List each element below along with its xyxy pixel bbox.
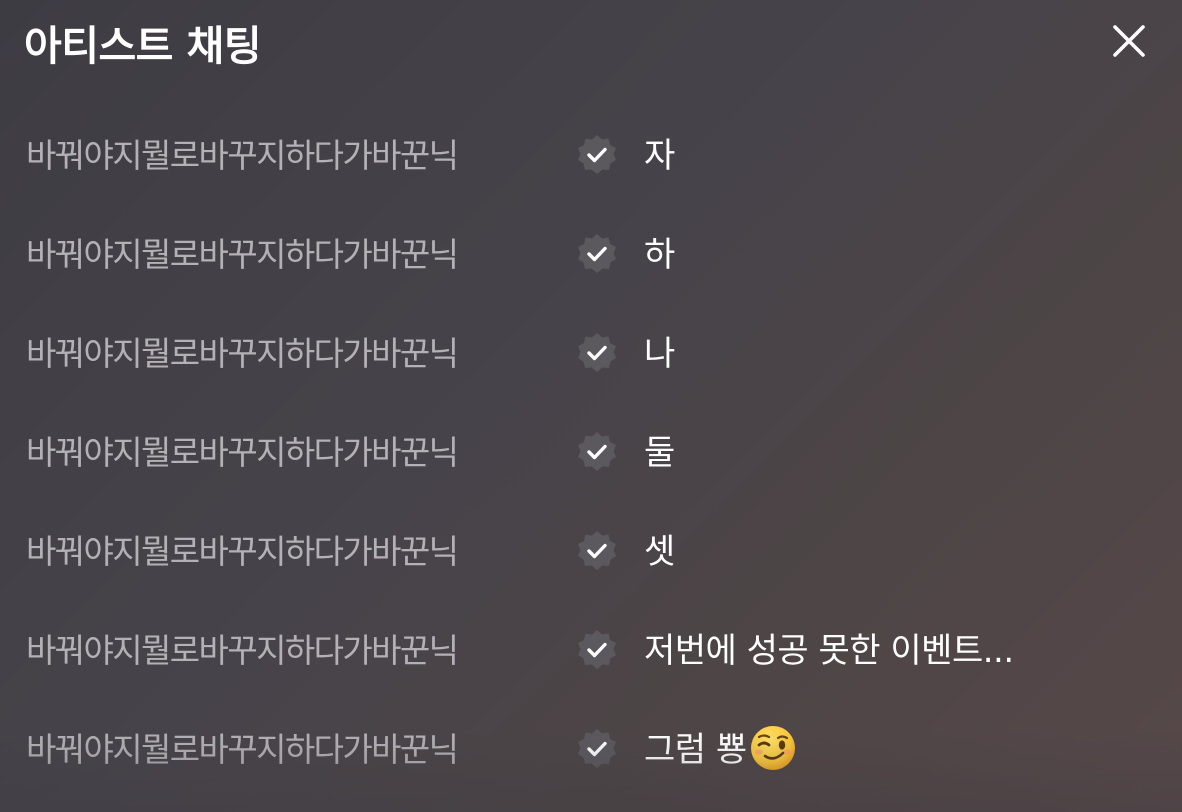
chat-message: 바꿔야지뭘로바꾸지하다가바꾼닉 둘 xyxy=(26,425,1166,481)
verified-badge-icon xyxy=(574,133,620,179)
sender-name[interactable]: 바꿔야지뭘로바꾸지하다가바꾼닉 xyxy=(26,623,566,679)
message-text: 셋 xyxy=(644,532,675,572)
close-button[interactable] xyxy=(1104,16,1154,66)
sender-name[interactable]: 바꿔야지뭘로바꾸지하다가바꾼닉 xyxy=(26,524,566,580)
message-text-content: 그럼 뿅 xyxy=(644,730,747,770)
sender-name[interactable]: 바꿔야지뭘로바꾸지하다가바꾼닉 xyxy=(26,425,566,481)
chat-message: 바꿔야지뭘로바꾸지하다가바꾼닉 셋 xyxy=(26,524,1166,580)
message-text: 나 xyxy=(644,334,675,374)
chat-message: 바꿔야지뭘로바꾸지하다가바꾼닉 자 xyxy=(26,128,1166,184)
winking-face-emoji xyxy=(749,724,797,772)
chat-message: 바꿔야지뭘로바꾸지하다가바꾼닉 저번에 성공 못한 이벤트... xyxy=(26,623,1166,679)
verified-badge-icon xyxy=(574,727,620,773)
sender-name[interactable]: 바꿔야지뭘로바꾸지하다가바꾼닉 xyxy=(26,722,566,778)
page-title: 아티스트 채팅 xyxy=(24,22,262,70)
chat-message: 바꿔야지뭘로바꾸지하다가바꾼닉 나 xyxy=(26,326,1166,382)
message-text: 그럼 뿅 xyxy=(644,722,797,778)
verified-badge-icon xyxy=(574,628,620,674)
message-text: 자 xyxy=(644,136,675,176)
close-icon xyxy=(1113,25,1145,57)
artist-chat-panel: 아티스트 채팅 바꿔야지뭘로바꾸지하다가바꾼닉 자 바꿔야지뭘로바꾸지하다가바꾼… xyxy=(0,0,1182,812)
verified-badge-icon xyxy=(574,430,620,476)
verified-badge-icon xyxy=(574,232,620,278)
message-text: 둘 xyxy=(644,433,675,473)
sender-name[interactable]: 바꿔야지뭘로바꾸지하다가바꾼닉 xyxy=(26,227,566,283)
message-text: 저번에 성공 못한 이벤트... xyxy=(644,631,1014,671)
sender-name[interactable]: 바꿔야지뭘로바꾸지하다가바꾼닉 xyxy=(26,128,566,184)
sender-name[interactable]: 바꿔야지뭘로바꾸지하다가바꾼닉 xyxy=(26,326,566,382)
verified-badge-icon xyxy=(574,331,620,377)
message-text: 하 xyxy=(644,235,675,275)
chat-message: 바꿔야지뭘로바꾸지하다가바꾼닉 그럼 뿅 xyxy=(26,722,1166,778)
verified-badge-icon xyxy=(574,529,620,575)
chat-message: 바꿔야지뭘로바꾸지하다가바꾼닉 하 xyxy=(26,227,1166,283)
